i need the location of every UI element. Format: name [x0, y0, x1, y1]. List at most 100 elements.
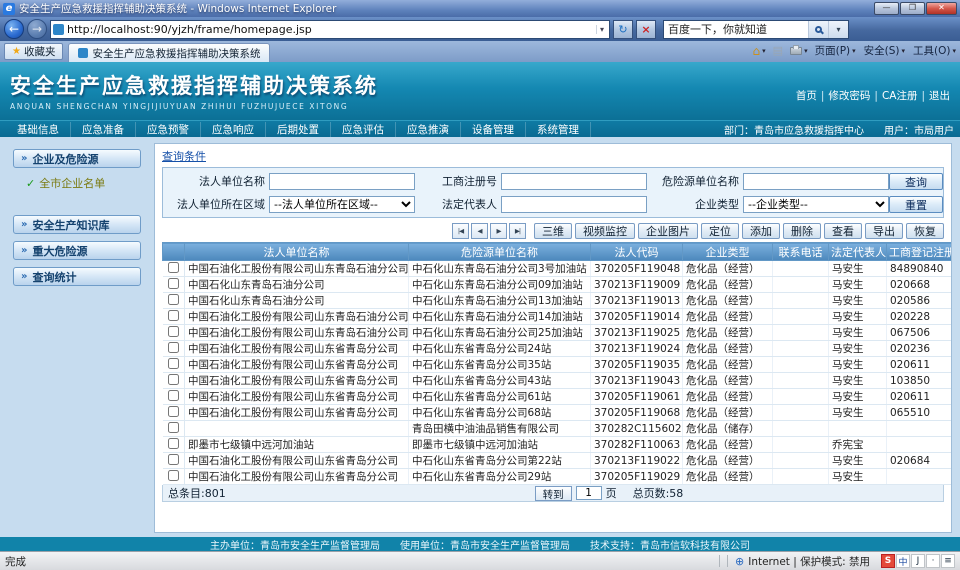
toolbar-button[interactable]: 视频监控 [575, 223, 635, 239]
ime-icon[interactable]: J [911, 554, 925, 568]
header-link[interactable]: 修改密码 [817, 88, 871, 103]
menu-item[interactable]: 后期处置 [266, 122, 331, 137]
row-checkbox[interactable] [168, 438, 179, 449]
home-button[interactable]: ⌂▾ [753, 45, 766, 57]
row-checkbox[interactable] [168, 422, 179, 433]
menu-item[interactable]: 设备管理 [461, 122, 526, 137]
cell-registration-no: 020668 [887, 277, 953, 293]
row-checkbox[interactable] [168, 310, 179, 321]
feed-icon[interactable]: ▤ [773, 45, 783, 56]
sidebar-item-label: 安全生产知识库 [32, 217, 109, 233]
menu-item[interactable]: 应急评估 [331, 122, 396, 137]
cell-hazard-name: 即墨市七级镇中远河加油站 [409, 437, 591, 453]
toolbar-button[interactable]: 定位 [701, 223, 739, 239]
sidebar-item-major-hazard[interactable]: » 重大危险源 [13, 241, 141, 260]
page-tab[interactable]: 安全生产应急救援指挥辅助决策系统 [68, 43, 270, 62]
favorites-button[interactable]: ★ 收藏夹 [4, 43, 63, 60]
sidebar-item-city-enterprise-list[interactable]: ✓ 全市企业名单 [13, 175, 141, 191]
ime-icon[interactable]: S [881, 554, 895, 568]
ime-icon[interactable]: · [926, 554, 940, 568]
address-bar[interactable]: ▾ [50, 20, 610, 39]
url-input[interactable] [67, 23, 593, 36]
reset-button[interactable]: 重置 [889, 196, 943, 213]
menu-item[interactable]: 应急准备 [71, 122, 136, 137]
close-button[interactable]: ✕ [926, 2, 957, 15]
paging-button[interactable]: ◀ [471, 223, 488, 239]
row-checkbox[interactable] [168, 358, 179, 369]
toolbar-button[interactable]: 恢复 [906, 223, 944, 239]
menu-item[interactable]: 系统管理 [526, 122, 591, 137]
paging-button[interactable]: |◀ [452, 223, 469, 239]
goto-page-button[interactable]: 转到 [535, 486, 572, 501]
toolbar-button[interactable]: 查看 [824, 223, 862, 239]
business-reg-input[interactable] [501, 173, 647, 190]
search-box[interactable]: ▾ [663, 20, 849, 39]
search-submit-button[interactable]: 查询 [889, 173, 943, 190]
cell-registration-no [887, 469, 953, 485]
cell-legal-code: 370213F119024 [591, 341, 683, 357]
refresh-button[interactable]: ↻ [613, 20, 633, 39]
command-button[interactable]: 安全(S)▾ [864, 43, 905, 58]
ime-icon[interactable]: ≡ [941, 554, 955, 568]
query-section-title[interactable]: 查询条件 [162, 148, 206, 164]
row-checkbox[interactable] [168, 374, 179, 385]
menu-item[interactable]: 应急响应 [201, 122, 266, 137]
back-button[interactable]: ← [4, 19, 24, 39]
row-checkbox[interactable] [168, 390, 179, 401]
region-select[interactable]: --法人单位所在区域-- [269, 196, 415, 213]
chevron-icon: » [21, 271, 27, 282]
table-row: 中国石油化工股份有限公司山东省青岛分公司 中石化山东省青岛分公司43站 3702… [163, 373, 953, 389]
header-link[interactable]: 退出 [917, 88, 950, 103]
cell-representative: 马安生 [829, 405, 887, 421]
row-checkbox[interactable] [168, 454, 179, 465]
toolbar-button[interactable]: 导出 [865, 223, 903, 239]
table-footer: 总条目:801 转到 页 总页数:58 [162, 485, 944, 502]
toolbar-button[interactable]: 添加 [742, 223, 780, 239]
search-button[interactable] [808, 21, 828, 38]
paging-button[interactable]: ▶ [490, 223, 507, 239]
toolbar-button[interactable]: 企业图片 [638, 223, 698, 239]
row-checkbox[interactable] [168, 406, 179, 417]
toolbar-button[interactable]: 三维 [534, 223, 572, 239]
row-checkbox[interactable] [168, 470, 179, 481]
menu-item[interactable]: 应急预警 [136, 122, 201, 137]
command-button[interactable]: 工具(O)▾ [913, 43, 956, 58]
sidebar-item-enterprise-hazard[interactable]: » 企业及危险源 [13, 149, 141, 168]
cell-hazard-name: 中石化山东青岛石油分公司3号加油站 [409, 261, 591, 277]
representative-input[interactable] [501, 196, 647, 213]
header-link[interactable]: CA注册 [870, 88, 917, 103]
cell-representative [829, 421, 887, 437]
menu-item[interactable]: 基础信息 [6, 122, 71, 137]
legal-name-input[interactable] [269, 173, 415, 190]
row-checkbox[interactable] [168, 342, 179, 353]
cell-legal-code: 370205F119048 [591, 261, 683, 277]
toolbar-button[interactable]: 删除 [783, 223, 821, 239]
row-checkbox[interactable] [168, 262, 179, 273]
sidebar-item-query-statistics[interactable]: » 查询统计 [13, 267, 141, 286]
maximize-button[interactable]: ❐ [900, 2, 925, 15]
paging-group: |◀◀▶▶| [452, 223, 526, 239]
ie-logo-icon: e [3, 3, 15, 15]
minimize-button[interactable]: — [874, 2, 899, 15]
row-checkbox[interactable] [168, 326, 179, 337]
chevron-down-icon: ▾ [852, 47, 856, 55]
search-input[interactable] [664, 23, 808, 35]
command-button[interactable]: 页面(P)▾ [815, 43, 856, 58]
address-dropdown-icon[interactable]: ▾ [596, 25, 607, 34]
menu-item[interactable]: 应急推演 [396, 122, 461, 137]
cell-legal-name [185, 421, 409, 437]
stop-button[interactable]: × [636, 20, 656, 39]
page-number-input[interactable] [576, 486, 602, 500]
row-checkbox[interactable] [168, 294, 179, 305]
print-button[interactable]: ▾ [790, 47, 808, 55]
cell-legal-name: 中国石油化工股份有限公司山东省青岛分公司 [185, 341, 409, 357]
paging-button[interactable]: ▶| [509, 223, 526, 239]
ime-icon[interactable]: 中 [896, 554, 910, 568]
forward-button[interactable]: → [27, 19, 47, 39]
header-link[interactable]: 首页 [796, 88, 817, 103]
row-checkbox[interactable] [168, 278, 179, 289]
sidebar-item-knowledge-base[interactable]: » 安全生产知识库 [13, 215, 141, 234]
enterprise-type-select[interactable]: --企业类型-- [743, 196, 889, 213]
hazard-name-input[interactable] [743, 173, 889, 190]
search-dropdown-icon[interactable]: ▾ [828, 21, 848, 38]
